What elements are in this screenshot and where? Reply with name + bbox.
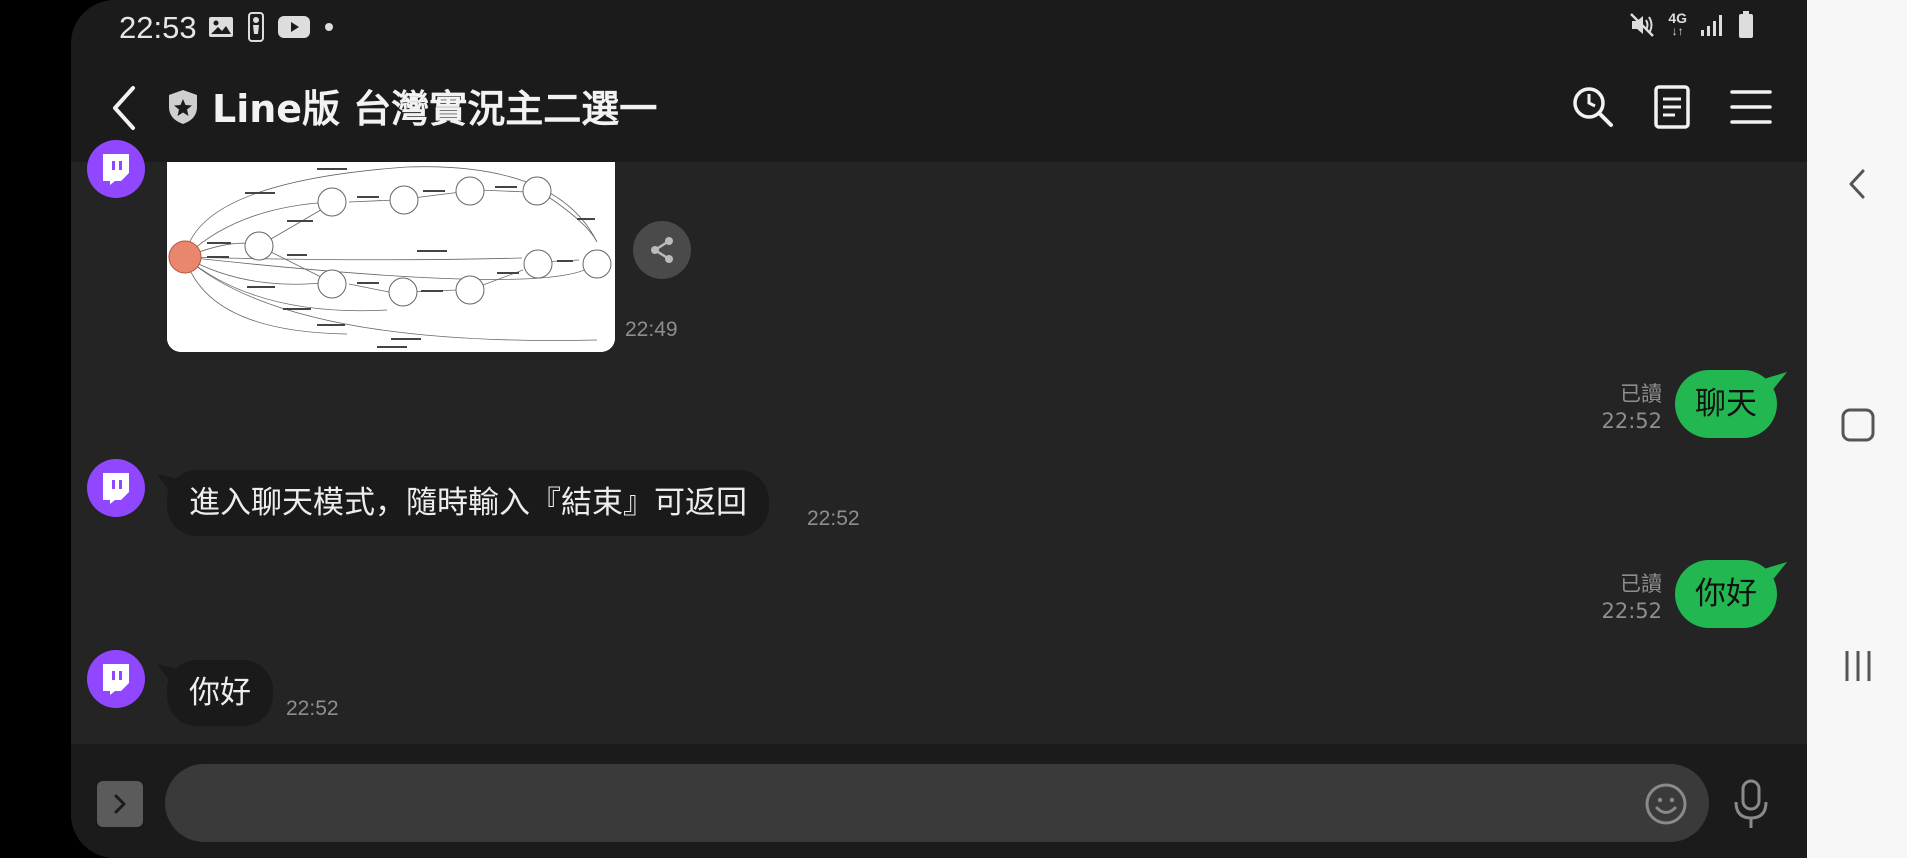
network-arrows: ↓↑ [1671, 24, 1684, 38]
emoji-icon[interactable] [1644, 782, 1688, 826]
read-receipt: 已讀 22:52 [1601, 571, 1662, 625]
outgoing-message[interactable]: 聊天 [1675, 370, 1777, 438]
mute-icon [1630, 13, 1655, 37]
incoming-message[interactable]: 進入聊天模式，隨時輸入『結束』可返回 [167, 470, 769, 536]
menu-icon[interactable] [1728, 84, 1774, 130]
avatar[interactable] [87, 140, 145, 198]
twitch-icon [103, 473, 129, 504]
outgoing-message[interactable]: 你好 [1675, 560, 1777, 628]
chat-header: Line版 台灣實況主二選一 [71, 54, 1807, 162]
app-screen: 22:53 4G ↓↑ Line版 台灣實況主二選一 22:49 已讀 22:5… [71, 0, 1807, 858]
chat-messages: 22:49 已讀 22:52 聊天 進入聊天模式，隨時輸入『結束』可返回 22:… [71, 140, 1807, 744]
message-time: 22:49 [625, 318, 678, 341]
read-receipt: 已讀 22:52 [1601, 381, 1662, 435]
youtube-icon [278, 16, 310, 38]
state-diagram-image [167, 162, 615, 352]
dot-icon [325, 23, 333, 31]
incoming-message[interactable]: 你好 [167, 660, 273, 726]
message-input-bar [71, 744, 1807, 858]
share-icon [651, 237, 673, 263]
twitch-icon [103, 154, 129, 185]
avatar[interactable] [87, 650, 145, 708]
image-icon [209, 17, 233, 37]
system-navigation-bar [1807, 0, 1907, 858]
chat-title: Line版 台灣實況主二選一 [212, 87, 658, 131]
back-icon[interactable] [105, 82, 145, 134]
notification-icons [208, 12, 334, 42]
status-time: 22:53 [119, 10, 197, 45]
recents-nav-icon[interactable] [1837, 645, 1879, 687]
home-nav-icon[interactable] [1837, 404, 1879, 446]
status-bar: 22:53 4G ↓↑ [71, 0, 1807, 54]
back-nav-icon[interactable] [1837, 163, 1879, 205]
search-icon[interactable] [1570, 84, 1616, 130]
message-time: 22:52 [1601, 599, 1662, 623]
notes-icon[interactable] [1649, 84, 1695, 130]
chevron-right-icon [114, 794, 126, 814]
signal-icon [1701, 15, 1722, 36]
battery-icon [1739, 11, 1753, 38]
read-label: 已讀 [1620, 382, 1662, 406]
message-time: 22:52 [1601, 409, 1662, 433]
share-button[interactable] [633, 221, 691, 279]
message-input[interactable] [165, 764, 1709, 842]
avatar[interactable] [87, 459, 145, 517]
expand-button[interactable] [97, 781, 143, 827]
read-label: 已讀 [1620, 572, 1662, 596]
shield-icon [169, 90, 197, 124]
nba-icon [248, 12, 264, 42]
image-message[interactable] [167, 162, 615, 352]
message-time: 22:52 [807, 507, 860, 530]
twitch-icon [103, 664, 129, 695]
message-time: 22:52 [286, 697, 339, 720]
network-4g-icon: 4G ↓↑ [1668, 11, 1687, 38]
microphone-icon[interactable] [1731, 778, 1771, 830]
system-icons: 4G ↓↑ [1628, 10, 1755, 40]
